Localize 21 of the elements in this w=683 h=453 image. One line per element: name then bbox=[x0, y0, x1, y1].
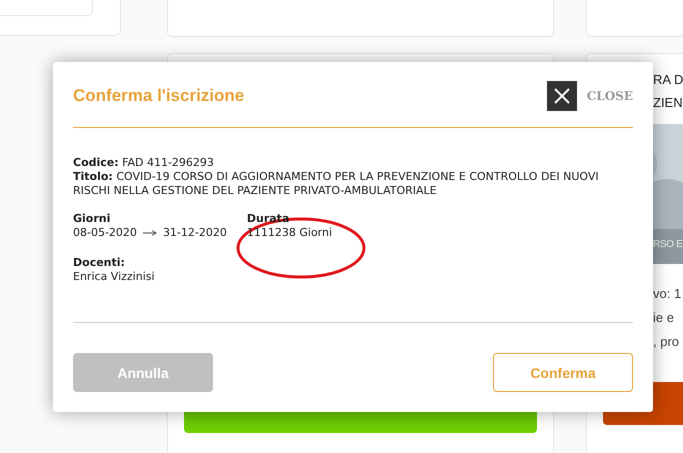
start-date: 08-05-2020 bbox=[73, 226, 137, 240]
course-title: RA D bbox=[653, 71, 683, 89]
arrow-icon bbox=[142, 230, 157, 236]
code-text: Codice: FAD 411-296293 bbox=[73, 156, 214, 169]
field-label: Durata bbox=[246, 212, 290, 226]
course-title: ZIEN bbox=[653, 94, 683, 112]
course-description: vo: 1 bbox=[653, 285, 682, 303]
course-description: ie e bbox=[653, 309, 674, 327]
title-text: Titolo: COVID-19 CORSO DI AGGIORNAMENTO PER LA PREVENZIONE E CONTROLLO DEI NUOVI RISCHI NELLA GESTIONE DEL PAZIENTE PRIVATO-AMBULATORIALE bbox=[73, 170, 599, 197]
field-label: Giorni bbox=[73, 212, 110, 226]
field-label: Docenti: bbox=[73, 256, 125, 270]
close-icon[interactable] bbox=[546, 81, 577, 111]
cancel-button[interactable]: Annulla bbox=[73, 353, 213, 392]
duration-value: 1111238 Giorni bbox=[246, 226, 332, 240]
confirm-button[interactable]: Conferma bbox=[493, 353, 633, 392]
course-description: , pro bbox=[653, 333, 680, 351]
modal-title: Conferma l'iscrizione bbox=[73, 86, 246, 106]
picture-caption: RSO E bbox=[653, 239, 683, 250]
teacher-name: Enrica Vizzinisi bbox=[73, 270, 155, 284]
close-button[interactable]: CLOSE bbox=[576, 89, 633, 103]
end-date: 31-12-2020 bbox=[162, 226, 227, 240]
